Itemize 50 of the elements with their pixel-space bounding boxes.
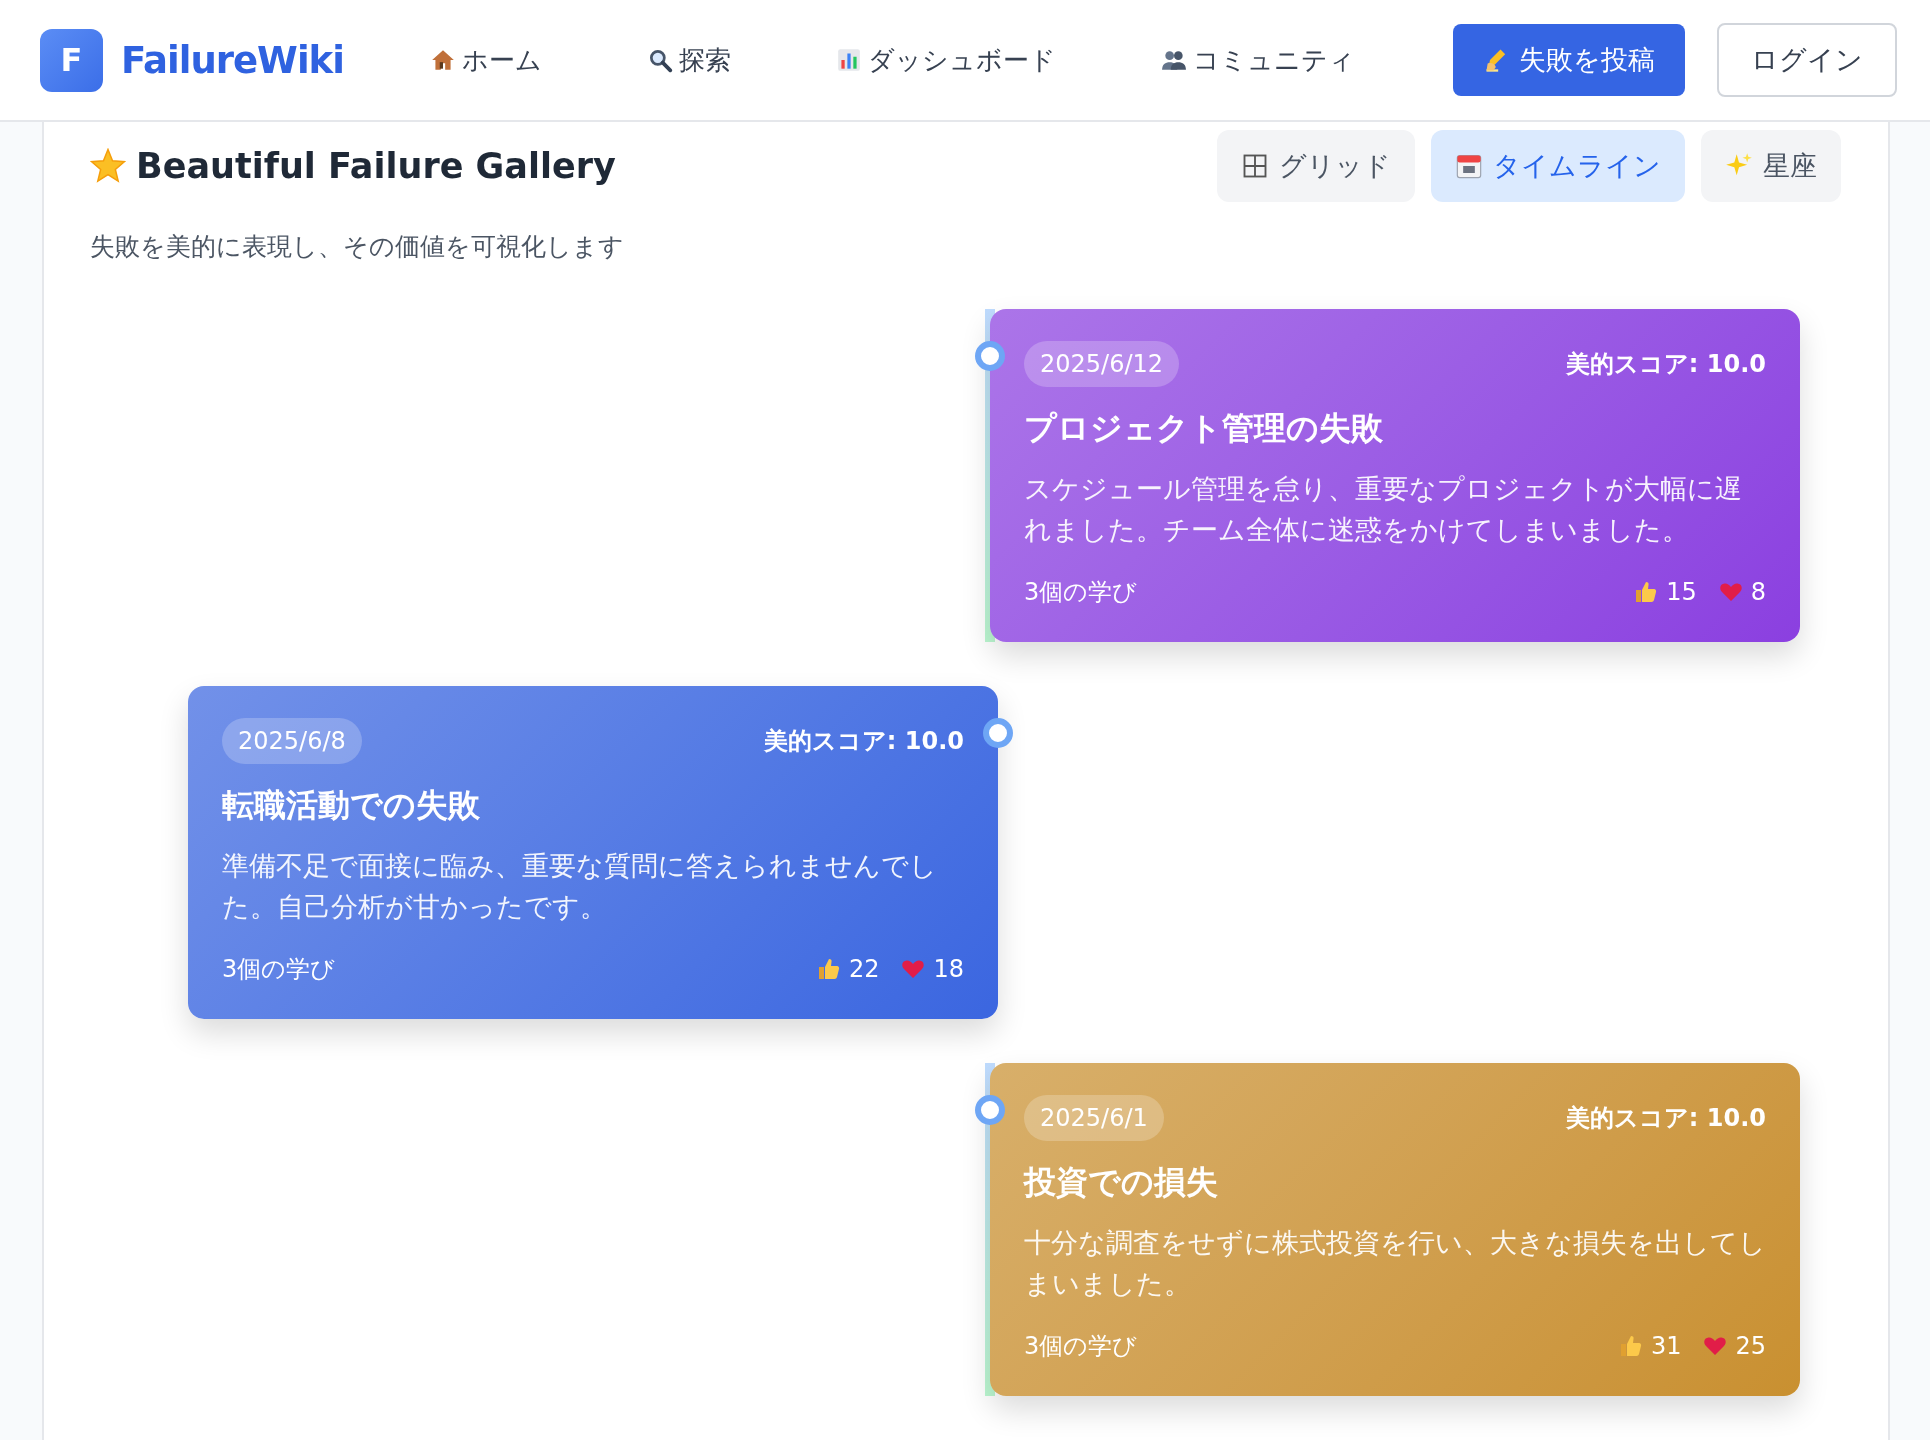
beauty-score: 美的スコア: 10.0 <box>763 726 964 757</box>
lesson-count: 3個の学び <box>1024 1331 1138 1362</box>
timeline-dot <box>983 718 1013 748</box>
timeline-dot <box>975 1095 1005 1125</box>
card-description: 十分な調査をせずに株式投資を行い、大きな損失を出してしまいました。 <box>1024 1226 1766 1301</box>
gallery-title: Beautiful Failure Gallery <box>136 146 616 186</box>
date-badge: 2025/6/8 <box>222 718 362 764</box>
card-title: 転職活動での失敗 <box>222 785 481 826</box>
failure-card[interactable]: 2025/6/8 美的スコア: 10.0 転職活動での失敗 準備不足で面接に臨み、重要な質問に答えられませんでした。自己分析が甘かったです。 3個の学び 22 18 <box>188 686 998 1019</box>
thumbs-up-icon <box>816 957 841 981</box>
calendar-icon <box>1455 152 1483 180</box>
star-icon <box>90 148 126 184</box>
view-tab[interactable]: 星座 <box>1701 130 1841 202</box>
post-failure-button[interactable]: 失敗を投稿 <box>1453 24 1685 96</box>
view-tab[interactable]: グリッド <box>1217 130 1415 202</box>
beauty-score: 美的スコア: 10.0 <box>1565 1103 1766 1134</box>
gallery-subtitle: 失敗を美的に表現し、その価値を可視化します <box>90 231 625 263</box>
logo-icon[interactable]: F <box>40 28 103 92</box>
like-count: 31 <box>1650 1332 1682 1360</box>
site-name[interactable]: FailureWiki <box>121 38 344 82</box>
card-title: 投資での損失 <box>1024 1162 1219 1203</box>
lesson-count: 3個の学び <box>222 954 336 985</box>
login-button[interactable]: ログイン <box>1717 23 1897 97</box>
view-tab[interactable]: タイムライン <box>1431 130 1685 202</box>
nav-link[interactable]: コミュニティ <box>1161 42 1355 78</box>
date-badge: 2025/6/1 <box>1024 1095 1164 1141</box>
nav-link[interactable]: 探索 <box>647 42 731 78</box>
heart-icon <box>1718 580 1743 604</box>
like-count: 22 <box>848 955 880 983</box>
card-title: プロジェクト管理の失敗 <box>1024 408 1384 449</box>
heart-count: 8 <box>1750 578 1766 606</box>
search-icon <box>647 47 673 73</box>
thumbs-up-icon <box>1634 580 1659 604</box>
like-count: 15 <box>1666 578 1697 606</box>
lesson-count: 3個の学び <box>1024 577 1138 608</box>
timeline-dot <box>975 341 1005 371</box>
grid-icon <box>1241 152 1269 180</box>
heart-count: 18 <box>933 955 964 983</box>
beauty-score: 美的スコア: 10.0 <box>1565 349 1766 380</box>
date-badge: 2025/6/12 <box>1024 341 1180 387</box>
card-description: スケジュール管理を怠り、重要なプロジェクトが大幅に遅れました。チーム全体に迷惑をかけてしまいました。 <box>1024 472 1743 547</box>
failure-card[interactable]: 2025/6/12 美的スコア: 10.0 プロジェクト管理の失敗 スケジュール管理を怠り、重要なプロジェクトが大幅に遅れました。チーム全体に迷惑をかけてしまいました。 3個の学び 15 8 <box>990 309 1800 642</box>
bar-chart-icon <box>836 47 862 73</box>
heart-count: 25 <box>1735 1332 1766 1360</box>
heart-icon <box>901 957 926 981</box>
nav-link[interactable]: ダッシュボード <box>836 42 1056 78</box>
thumbs-up-icon <box>1618 1334 1643 1358</box>
nav-link[interactable]: ホーム <box>430 42 542 78</box>
card-description: 準備不足で面接に臨み、重要な質問に答えられませんでした。自己分析が甘かったです。 <box>222 849 938 924</box>
heart-icon <box>1703 1334 1728 1358</box>
